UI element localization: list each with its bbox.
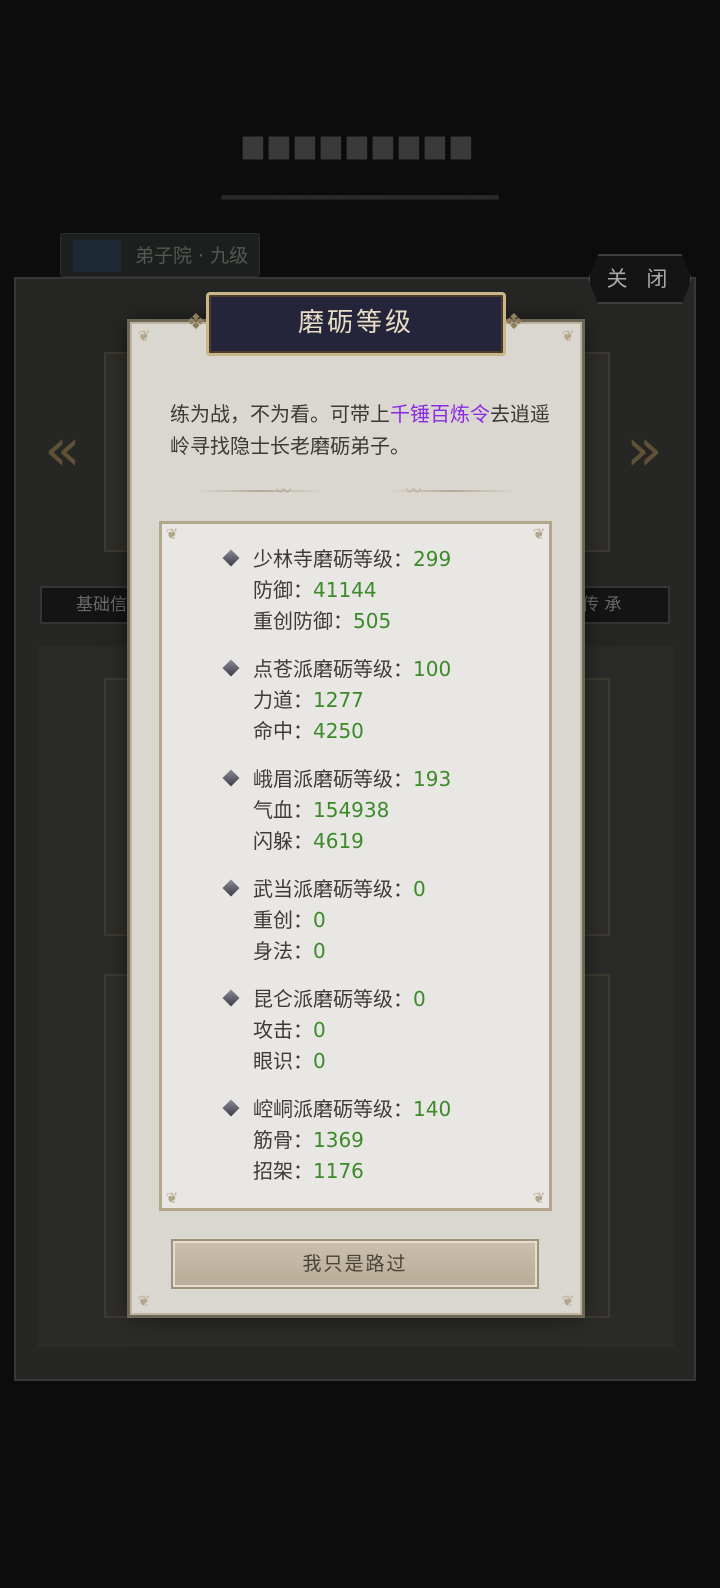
diamond-icon: [222, 769, 240, 787]
group-header: 少林寺磨砺等级：299: [222, 544, 452, 575]
stat-value: 4250: [313, 719, 364, 743]
just-passing-by-button-label: 我只是路过: [302, 1253, 408, 1275]
stat-line: 闪躲：4619: [226, 826, 451, 857]
background-subtitle-blur: ▂▂▂▂▂▂▂▂▂▂▂▂▂▂▂▂▂▂▂▂▂▂▂▂: [221, 182, 499, 200]
title-wing-left-icon: ❖: [186, 310, 206, 335]
close-button[interactable]: 关 闭: [588, 254, 692, 304]
modal-title-plate: 磨砺等级: [206, 292, 506, 356]
tab-inheritance-label: 传 承: [582, 595, 622, 615]
group-level-value: 0: [413, 987, 426, 1011]
corner-ornament-icon: ❦: [137, 1292, 151, 1310]
stat-line: 眼识：0: [226, 1046, 426, 1077]
group-header-label: 武当派磨砺等级：: [253, 877, 413, 901]
stat-line: 攻击：0: [226, 1015, 426, 1046]
tab-basic-info-label: 基础信: [76, 595, 127, 615]
stat-value: 0: [313, 1018, 326, 1042]
corner-ornament-icon: ❦: [561, 327, 575, 345]
corner-ornament-icon: ❦: [165, 1189, 179, 1207]
stat-line: 身法：0: [226, 936, 426, 967]
stat-value: 1277: [313, 688, 364, 712]
divider-ornament-icon: 〰: [276, 482, 292, 500]
disciple-hall-badge: 弟子院 · 九级: [60, 233, 260, 277]
prev-arrow-icon[interactable]: «: [44, 420, 81, 480]
stat-label: 身法：: [253, 939, 313, 963]
stat-line: 气血：154938: [226, 795, 451, 826]
group-level-value: 0: [413, 877, 426, 901]
group-header-label: 少林寺磨砺等级：: [253, 547, 413, 571]
stat-line: 防御：41144: [226, 575, 451, 606]
stat-label: 重创防御：: [253, 609, 353, 633]
stat-line: 命中：4250: [226, 716, 451, 747]
stat-label: 防御：: [253, 578, 313, 602]
stat-value: 0: [313, 1049, 326, 1073]
modal-title: 磨砺等级: [297, 308, 414, 338]
tab-basic-info[interactable]: 基础信: [40, 586, 144, 624]
intro-text-part1: 练为战，不为看。可带上: [170, 402, 390, 426]
stat-value: 505: [353, 609, 392, 633]
group-header-label: 峨眉派磨砺等级：: [253, 767, 413, 791]
badge-image: [73, 240, 121, 272]
stat-label: 力道：: [253, 688, 313, 712]
stat-line: 筋骨：1369: [226, 1125, 451, 1156]
group-header: 点苍派磨砺等级：100: [222, 654, 452, 685]
stat-value: 4619: [313, 829, 364, 853]
stat-line: 力道：1277: [226, 685, 451, 716]
stat-value: 0: [313, 939, 326, 963]
stat-label: 气血：: [253, 798, 313, 822]
corner-ornament-icon: ❦: [165, 525, 179, 543]
corner-ornament-icon: ❦: [137, 327, 151, 345]
corner-ornament-icon: ❦: [561, 1292, 575, 1310]
group-header: 峨眉派磨砺等级：193: [222, 764, 452, 795]
stat-group-diancang: 点苍派磨砺等级：100 力道：1277 命中：4250: [222, 654, 452, 747]
close-button-label: 关 闭: [606, 267, 674, 291]
diamond-icon: [222, 659, 240, 677]
stat-value: 1369: [313, 1128, 364, 1152]
just-passing-by-button[interactable]: 我只是路过: [171, 1239, 539, 1289]
stat-label: 招架：: [253, 1159, 313, 1183]
stat-group-wudang: 武当派磨砺等级：0 重创：0 身法：0: [222, 874, 426, 967]
group-header-label: 昆仑派磨砺等级：: [253, 987, 413, 1011]
next-arrow-icon[interactable]: »: [626, 420, 663, 480]
stat-group-kunlun: 昆仑派磨砺等级：0 攻击：0 眼识：0: [222, 984, 426, 1077]
group-level-value: 299: [413, 547, 452, 571]
stat-line: 重创：0: [226, 905, 426, 936]
badge-text: 弟子院 · 九级: [135, 245, 249, 267]
stat-label: 命中：: [253, 719, 313, 743]
stat-label: 眼识：: [253, 1049, 313, 1073]
intro-item-name: 千锤百炼令: [390, 402, 490, 426]
stat-label: 重创：: [253, 908, 313, 932]
stat-value: 154938: [313, 798, 390, 822]
group-level-value: 140: [413, 1097, 452, 1121]
divider-right: [388, 490, 516, 492]
diamond-icon: [222, 879, 240, 897]
diamond-icon: [222, 989, 240, 1007]
stat-group-emei: 峨眉派磨砺等级：193 气血：154938 闪躲：4619: [222, 764, 452, 857]
stat-group-shaolin: 少林寺磨砺等级：299 防御：41144 重创防御：505: [222, 544, 452, 637]
background-title-blur: ▆▆▆▆▆▆▆▆▆: [243, 130, 477, 160]
stat-line: 招架：1176: [226, 1156, 451, 1187]
stat-value: 1176: [313, 1159, 364, 1183]
stat-group-kongtong: 崆峒派磨砺等级：140 筋骨：1369 招架：1176: [222, 1094, 452, 1187]
group-header: 崆峒派磨砺等级：140: [222, 1094, 452, 1125]
title-wing-right-icon: ❖: [504, 310, 524, 335]
divider-left: [196, 490, 324, 492]
modal-intro-text: 练为战，不为看。可带上千锤百炼令去逍遥岭寻找隐士长老磨砺弟子。: [170, 398, 550, 462]
group-header-label: 点苍派磨砺等级：: [253, 657, 413, 681]
group-header: 昆仑派磨砺等级：0: [222, 984, 426, 1015]
corner-ornament-icon: ❦: [532, 525, 546, 543]
diamond-icon: [222, 549, 240, 567]
stat-line: 重创防御：505: [226, 606, 451, 637]
stat-label: 攻击：: [253, 1018, 313, 1042]
diamond-icon: [222, 1099, 240, 1117]
stat-label: 闪躲：: [253, 829, 313, 853]
group-header-label: 崆峒派磨砺等级：: [253, 1097, 413, 1121]
corner-ornament-icon: ❦: [532, 1189, 546, 1207]
stat-label: 筋骨：: [253, 1128, 313, 1152]
group-level-value: 193: [413, 767, 452, 791]
group-level-value: 100: [413, 657, 452, 681]
group-header: 武当派磨砺等级：0: [222, 874, 426, 905]
stat-value: 41144: [313, 578, 377, 602]
stat-value: 0: [313, 908, 326, 932]
